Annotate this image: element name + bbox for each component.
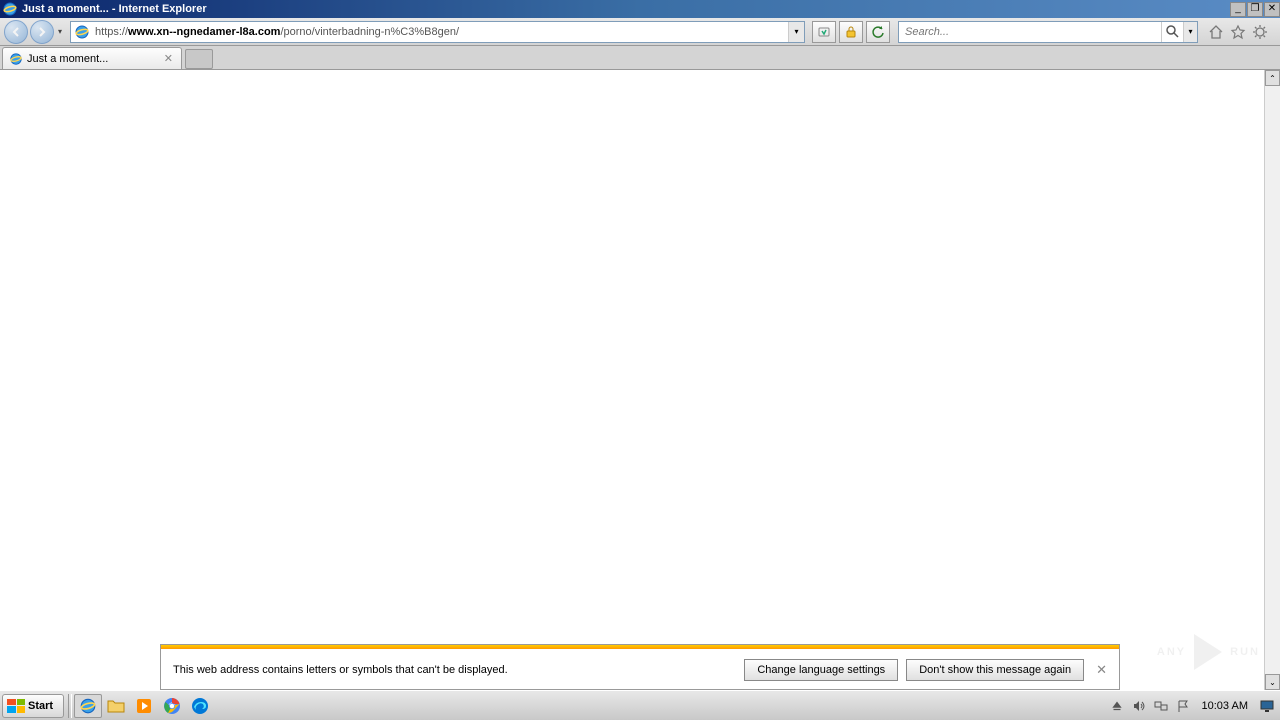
tools-icon[interactable] (1252, 24, 1268, 40)
home-icon[interactable] (1208, 24, 1224, 40)
search-input[interactable] (899, 26, 1161, 38)
back-button[interactable] (4, 20, 28, 44)
search-dropdown[interactable]: ▾ (1183, 22, 1197, 42)
ie-icon (2, 1, 18, 17)
scroll-down-button[interactable]: ⌄ (1265, 674, 1280, 690)
notification-bar: This web address contains letters or sym… (160, 644, 1120, 690)
search-bar[interactable]: ▾ (898, 21, 1198, 43)
flag-icon[interactable] (1176, 699, 1190, 713)
taskbar-separator (68, 694, 72, 718)
vertical-scrollbar[interactable]: ⌃ ⌄ (1264, 70, 1280, 690)
new-tab-button[interactable] (185, 49, 213, 69)
notification-text: This web address contains letters or sym… (173, 664, 736, 676)
nav-history-dropdown[interactable]: ▾ (56, 27, 64, 36)
close-button[interactable]: ✕ (1264, 2, 1280, 17)
tab-bar: Just a moment... ✕ (0, 46, 1280, 70)
compatibility-button[interactable] (812, 21, 836, 43)
refresh-button[interactable] (866, 21, 890, 43)
taskbar-edge[interactable] (186, 694, 214, 718)
search-button[interactable] (1161, 22, 1183, 42)
ie-page-icon (74, 24, 90, 40)
change-language-button[interactable]: Change language settings (744, 659, 898, 681)
ie-tab-icon (9, 52, 23, 66)
taskbar-explorer[interactable] (102, 694, 130, 718)
dismiss-button[interactable]: Don't show this message again (906, 659, 1084, 681)
window-controls: _ ❐ ✕ (1229, 2, 1280, 17)
taskbar-ie[interactable] (74, 694, 102, 718)
toolbar-right (1200, 24, 1276, 40)
minimize-button[interactable]: _ (1230, 2, 1246, 17)
page-content (0, 70, 1264, 690)
forward-button[interactable] (30, 20, 54, 44)
taskbar: Start 10:03 AM (0, 690, 1280, 720)
volume-icon[interactable] (1132, 699, 1146, 713)
taskbar-chrome[interactable] (158, 694, 186, 718)
notification-close-button[interactable]: ✕ (1096, 662, 1107, 678)
monitor-icon[interactable] (1260, 699, 1274, 713)
scroll-up-button[interactable]: ⌃ (1265, 70, 1280, 86)
favorites-icon[interactable] (1230, 24, 1246, 40)
start-button[interactable]: Start (2, 694, 64, 718)
window-title: Just a moment... - Internet Explorer (20, 3, 1229, 15)
url-input[interactable]: https://www.xn--ngnedamer-l8a.com/porno/… (93, 26, 788, 38)
network-icon[interactable] (1154, 699, 1168, 713)
nav-toolbar: ▾ https://www.xn--ngnedamer-l8a.com/porn… (0, 18, 1280, 46)
titlebar: Just a moment... - Internet Explorer _ ❐… (0, 0, 1280, 18)
windows-logo-icon (7, 699, 25, 713)
clock[interactable]: 10:03 AM (1198, 700, 1252, 712)
tab-close-button[interactable]: ✕ (162, 52, 175, 65)
system-tray: 10:03 AM (1110, 699, 1280, 713)
taskbar-media[interactable] (130, 694, 158, 718)
maximize-button[interactable]: ❐ (1247, 2, 1263, 17)
tab-title: Just a moment... (27, 53, 162, 65)
tab-active[interactable]: Just a moment... ✕ (2, 47, 182, 69)
url-dropdown[interactable]: ▾ (788, 22, 804, 42)
tray-expand-icon[interactable] (1110, 699, 1124, 713)
address-bar[interactable]: https://www.xn--ngnedamer-l8a.com/porno/… (70, 21, 805, 43)
security-button[interactable] (839, 21, 863, 43)
